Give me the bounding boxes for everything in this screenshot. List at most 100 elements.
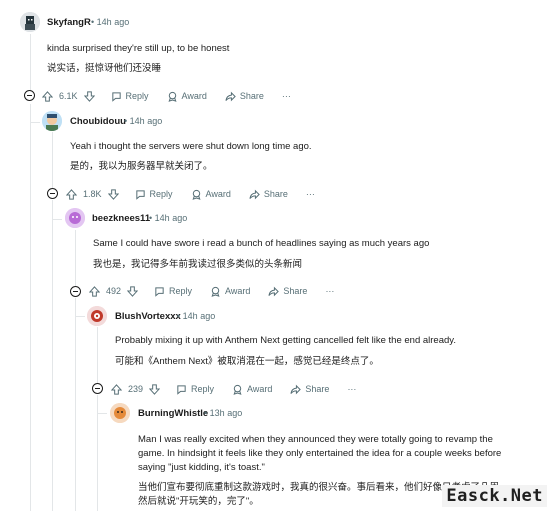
more-options-button[interactable]: ··· xyxy=(306,189,315,199)
downvote-icon[interactable] xyxy=(127,285,139,297)
vote-count: 6.1K xyxy=(59,91,78,101)
separator-dot: • xyxy=(91,17,95,27)
upvote-icon[interactable] xyxy=(42,90,53,102)
award-label: Award xyxy=(205,189,231,199)
upvote-icon[interactable] xyxy=(66,188,77,200)
collapse-icon[interactable] xyxy=(92,383,103,394)
more-options-button[interactable]: ··· xyxy=(325,286,334,296)
comment-text-line: game. In hindsight it feels like they on… xyxy=(138,448,502,459)
upvote-icon[interactable] xyxy=(111,383,122,395)
thread-line-3 xyxy=(75,230,76,286)
comment-text: Yeah i thought the servers were shut dow… xyxy=(70,141,312,152)
reply-button[interactable]: Reply xyxy=(135,189,173,200)
share-icon xyxy=(290,384,302,394)
downvote-icon[interactable] xyxy=(107,188,119,200)
thread-line-trunk-3 xyxy=(75,298,76,511)
vote-controls: 1.8K xyxy=(66,188,119,200)
username[interactable]: BurningWhistle xyxy=(138,408,208,419)
vote-count: 492 xyxy=(106,286,122,296)
award-button[interactable]: Award xyxy=(191,189,231,200)
more-options-button[interactable]: ··· xyxy=(282,91,291,101)
reply-button[interactable]: Reply xyxy=(176,384,214,395)
comment-text: Man I was really excited when they annou… xyxy=(138,433,501,475)
share-button[interactable]: Share xyxy=(268,286,307,297)
thread-line-trunk-2 xyxy=(52,200,53,511)
comment-translation: 是的，我以为服务器早就关闭了。 xyxy=(70,161,213,172)
separator-dot: • xyxy=(149,213,153,223)
reply-label: Reply xyxy=(125,91,149,101)
time-text: 14h ago xyxy=(154,213,188,223)
share-label: Share xyxy=(239,91,264,101)
collapse-icon[interactable] xyxy=(70,286,81,297)
comment-text: kinda surprised they're still up, to be … xyxy=(47,43,230,54)
award-label: Award xyxy=(225,286,251,296)
award-label: Award xyxy=(181,91,207,101)
reply-icon xyxy=(135,189,145,200)
collapse-icon[interactable] xyxy=(24,90,35,101)
share-icon xyxy=(249,189,260,199)
time-text: 13h ago xyxy=(209,408,243,418)
timestamp: • 13h ago xyxy=(204,408,242,418)
thread-line-trunk-1 xyxy=(30,104,31,511)
share-icon xyxy=(268,286,280,296)
reply-icon xyxy=(111,91,121,102)
share-label: Share xyxy=(283,286,308,296)
upvote-icon[interactable] xyxy=(89,285,100,297)
thread-branch-1 xyxy=(30,122,40,123)
collapse-icon[interactable] xyxy=(47,188,58,199)
share-button[interactable]: Share xyxy=(249,189,288,200)
vote-controls: 492 xyxy=(89,285,139,297)
downvote-icon[interactable] xyxy=(83,90,95,102)
username[interactable]: beezknees11 xyxy=(92,213,150,224)
reply-label: Reply xyxy=(169,286,193,296)
comment-translation: 可能和《Anthem Next》被取消混在一起，感觉已经是终点了。 xyxy=(115,356,379,367)
vote-controls: 6.1K xyxy=(42,90,95,102)
award-icon xyxy=(192,189,201,200)
award-label: Award xyxy=(247,384,273,394)
share-button[interactable]: Share xyxy=(290,384,329,395)
share-label: Share xyxy=(263,189,288,199)
more-options-button[interactable]: ··· xyxy=(347,384,356,394)
thread-branch-2 xyxy=(52,219,62,220)
separator-dot: • xyxy=(124,116,128,126)
award-icon xyxy=(168,91,177,102)
award-button[interactable]: Award xyxy=(210,286,250,297)
reply-label: Reply xyxy=(149,189,173,199)
username[interactable]: Choubidouu xyxy=(70,116,126,127)
downvote-icon[interactable] xyxy=(149,383,161,395)
more-icon: ··· xyxy=(281,91,291,101)
username[interactable]: BlushVortexxx xyxy=(115,311,181,322)
timestamp: • 14h ago xyxy=(91,17,129,27)
avatar[interactable] xyxy=(110,403,130,423)
thread-line-2 xyxy=(52,132,53,188)
avatar[interactable] xyxy=(65,208,85,228)
award-button[interactable]: Award xyxy=(232,384,272,395)
separator-dot: • xyxy=(204,408,208,418)
comment-text-line: saying "just kidding, it's toast." xyxy=(138,462,265,473)
reply-label: Reply xyxy=(191,384,215,394)
comment-text-line: Man I was really excited when they annou… xyxy=(138,434,493,445)
share-button[interactable]: Share xyxy=(225,91,264,102)
reply-icon xyxy=(177,384,186,395)
thread-line-4 xyxy=(97,327,98,383)
vote-count: 239 xyxy=(128,384,144,394)
comment-actions: 492 Reply Award Share ··· xyxy=(89,283,352,299)
watermark: Easck.Net xyxy=(442,485,547,507)
comment-translation: 说实话，挺惊讶他们还没睡 xyxy=(47,63,162,74)
time-text: 14h ago xyxy=(129,116,163,126)
timestamp: • 14h ago xyxy=(177,311,215,321)
award-button[interactable]: Award xyxy=(167,91,207,102)
reply-button[interactable]: Reply xyxy=(154,286,192,297)
avatar[interactable] xyxy=(20,12,40,32)
avatar[interactable] xyxy=(87,306,107,326)
separator-dot: • xyxy=(177,311,181,321)
timestamp: • 14h ago xyxy=(124,116,162,126)
username[interactable]: SkyfangR xyxy=(47,17,91,28)
avatar[interactable] xyxy=(42,111,62,131)
comment-actions: 239 Reply Award Share ··· xyxy=(111,381,374,397)
reply-icon xyxy=(155,286,164,297)
thread-branch-3 xyxy=(75,316,85,317)
vote-controls: 239 xyxy=(111,383,161,395)
reply-button[interactable]: Reply xyxy=(111,91,149,102)
comment-actions: 6.1K Reply Award Share ··· xyxy=(42,88,309,104)
